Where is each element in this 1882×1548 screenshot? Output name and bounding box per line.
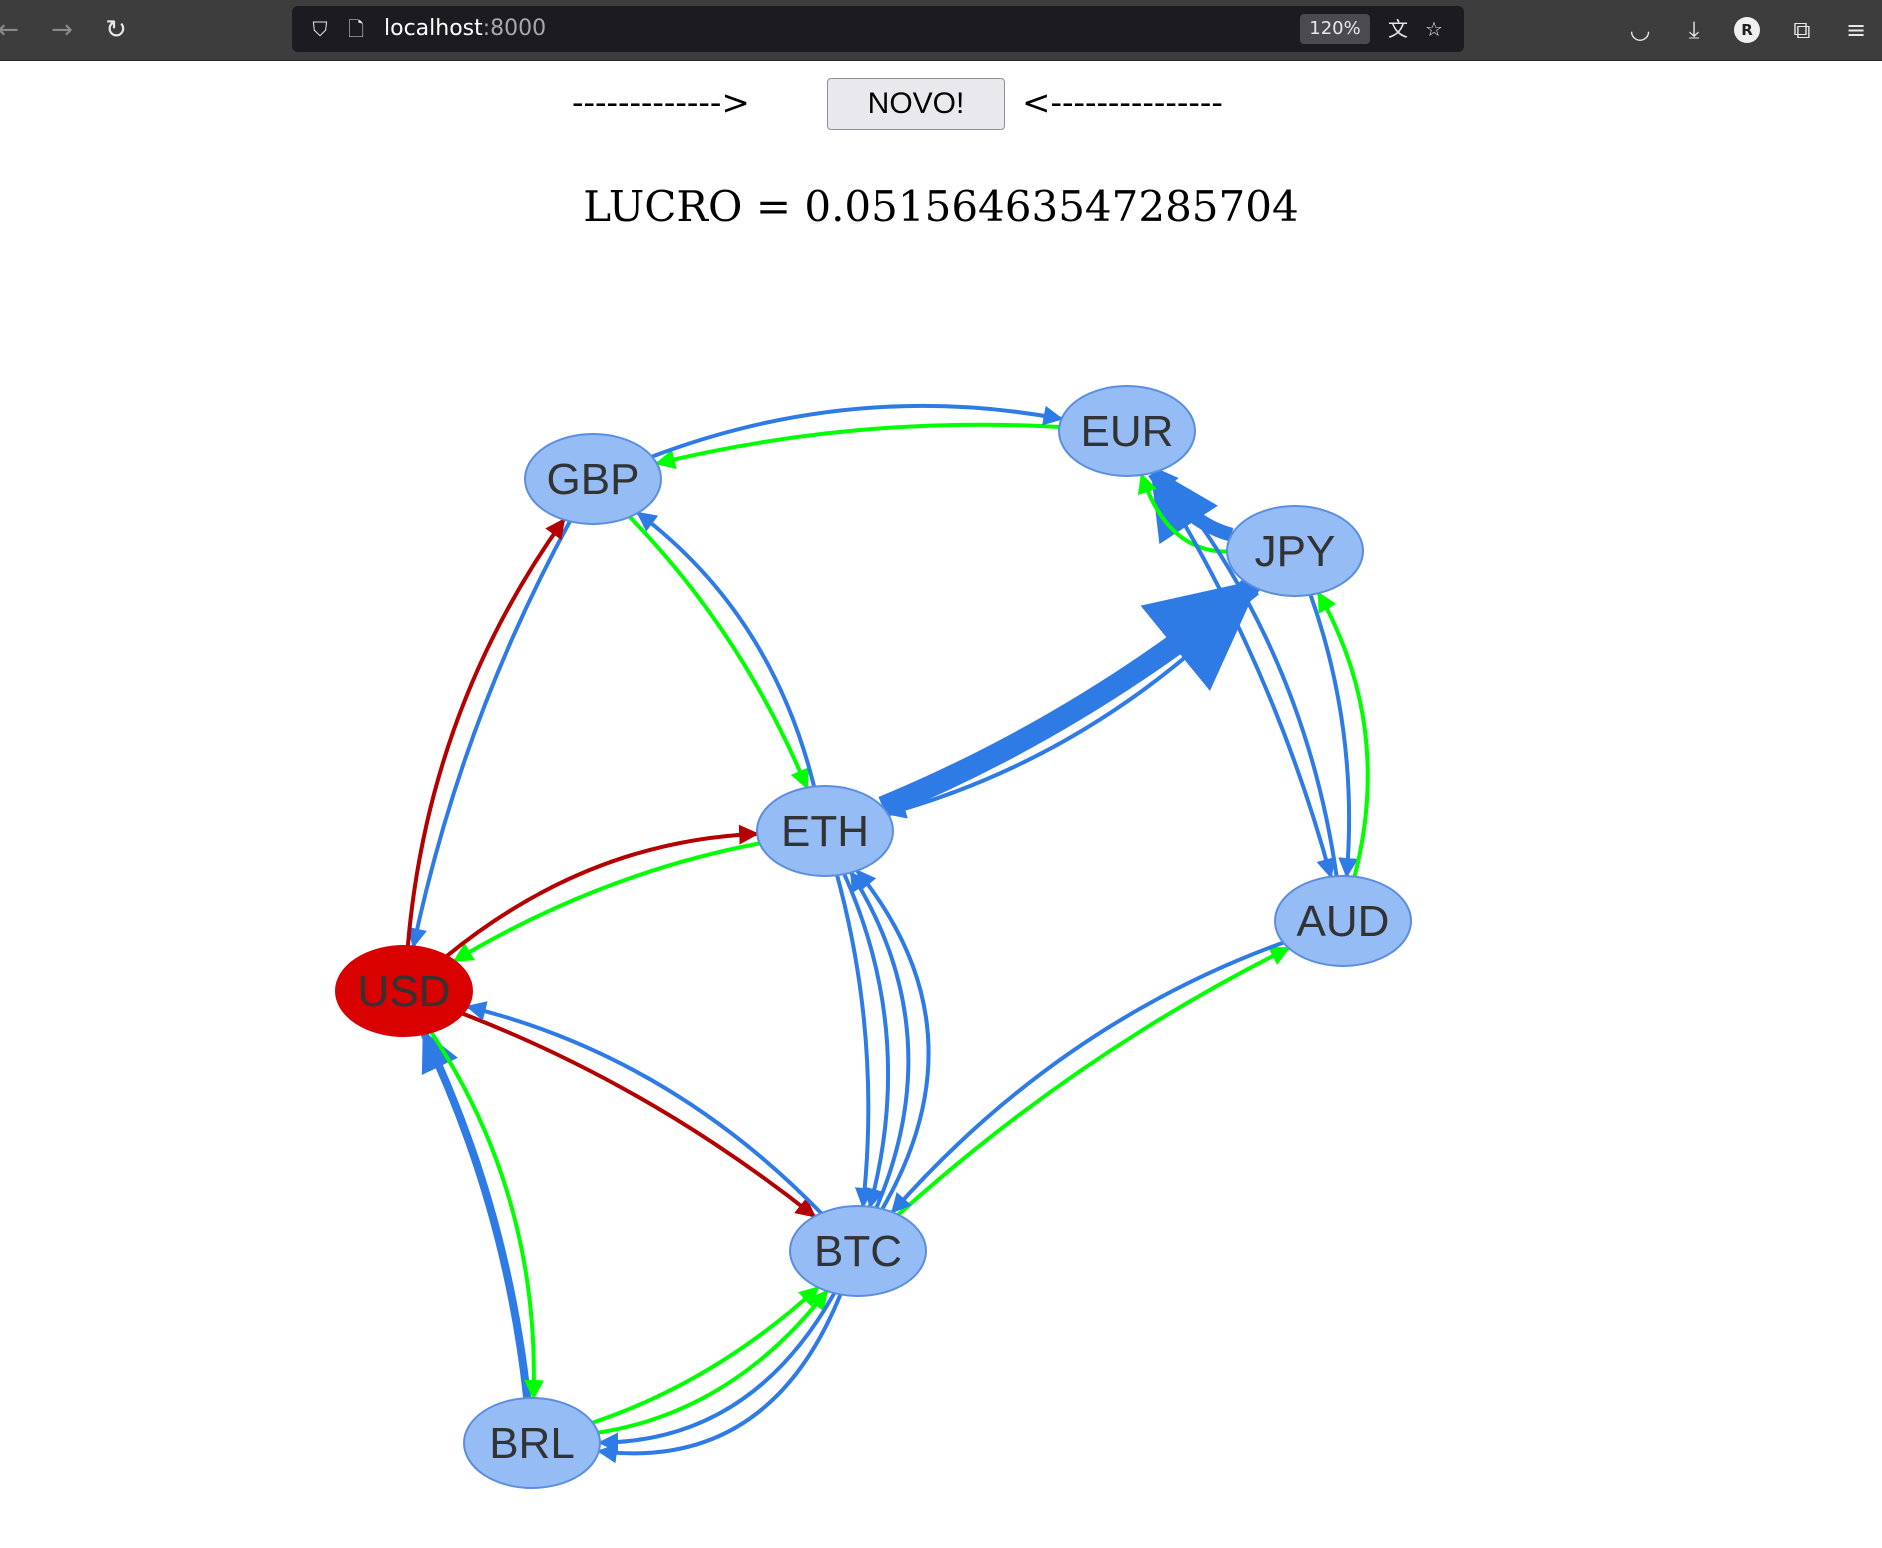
url-bar[interactable]: ⛉ 🗋 localhost:8000 120% 文 ☆	[292, 6, 1464, 52]
edge-gbp-to-eth	[628, 515, 810, 790]
edge-gbp-to-usd	[407, 520, 572, 949]
page-content: -------------> NOVO! <--------------- LU…	[0, 61, 1882, 1548]
node-usd[interactable]: USD	[335, 945, 473, 1037]
edge-brl-to-usd	[420, 1030, 532, 1399]
edge-eur-to-gbp	[654, 422, 1060, 470]
star-icon[interactable]: ☆	[1420, 15, 1448, 43]
currency-graph: GBP EUR JPY ETH AUD USD BTC BRL	[335, 385, 1412, 1489]
pocket-icon[interactable]: ◡	[1622, 12, 1658, 48]
node-eth[interactable]: ETH	[756, 785, 894, 877]
edge-btc-to-aud	[896, 946, 1291, 1217]
node-eth-label: ETH	[781, 807, 869, 856]
edge-eth-to-usd	[452, 841, 761, 963]
node-eur-label: EUR	[1081, 407, 1174, 456]
edge-usd-to-gbp	[405, 518, 566, 947]
page-icon: 🗋	[347, 17, 365, 41]
node-brl-label: BRL	[489, 1419, 575, 1468]
node-brl[interactable]: BRL	[463, 1397, 601, 1489]
url-port: :8000	[482, 16, 547, 41]
zoom-badge[interactable]: 120%	[1300, 14, 1370, 44]
node-gbp[interactable]: GBP	[524, 433, 662, 525]
node-usd-label: USD	[358, 967, 451, 1016]
node-jpy-label: JPY	[1255, 527, 1336, 576]
translate-icon[interactable]: 文	[1384, 15, 1412, 43]
url-text[interactable]: localhost:8000	[384, 14, 546, 44]
edges-layer	[405, 403, 1370, 1464]
avatar[interactable]: R	[1734, 17, 1760, 43]
node-gbp-label: GBP	[547, 455, 640, 504]
forward-icon[interactable]: →	[44, 12, 80, 48]
extensions-icon[interactable]: ⧉	[1784, 12, 1820, 48]
menu-icon[interactable]: ≡	[1838, 12, 1874, 48]
shield-icon[interactable]: ⛉	[306, 15, 334, 43]
browser-toolbar: ← → ↻ ⛉ 🗋 localhost:8000 120% 文 ☆ ◡ ⤓ R …	[0, 0, 1882, 61]
download-icon[interactable]: ⤓	[1676, 12, 1712, 48]
edge-brl-to-btc	[592, 1285, 820, 1425]
node-eur[interactable]: EUR	[1058, 385, 1196, 477]
edge-jpy-to-eur	[1148, 466, 1234, 545]
reload-icon[interactable]: ↻	[98, 12, 134, 48]
back-icon[interactable]: ←	[0, 12, 26, 48]
node-btc-label: BTC	[814, 1227, 902, 1276]
url-host: localhost	[384, 16, 483, 41]
node-btc[interactable]: BTC	[789, 1205, 927, 1297]
node-aud[interactable]: AUD	[1274, 875, 1412, 967]
node-jpy[interactable]: JPY	[1226, 505, 1364, 597]
edge-usd-to-btc	[462, 1011, 817, 1218]
node-aud-label: AUD	[1297, 897, 1390, 946]
edge-eth-to-jpy	[878, 577, 1261, 818]
